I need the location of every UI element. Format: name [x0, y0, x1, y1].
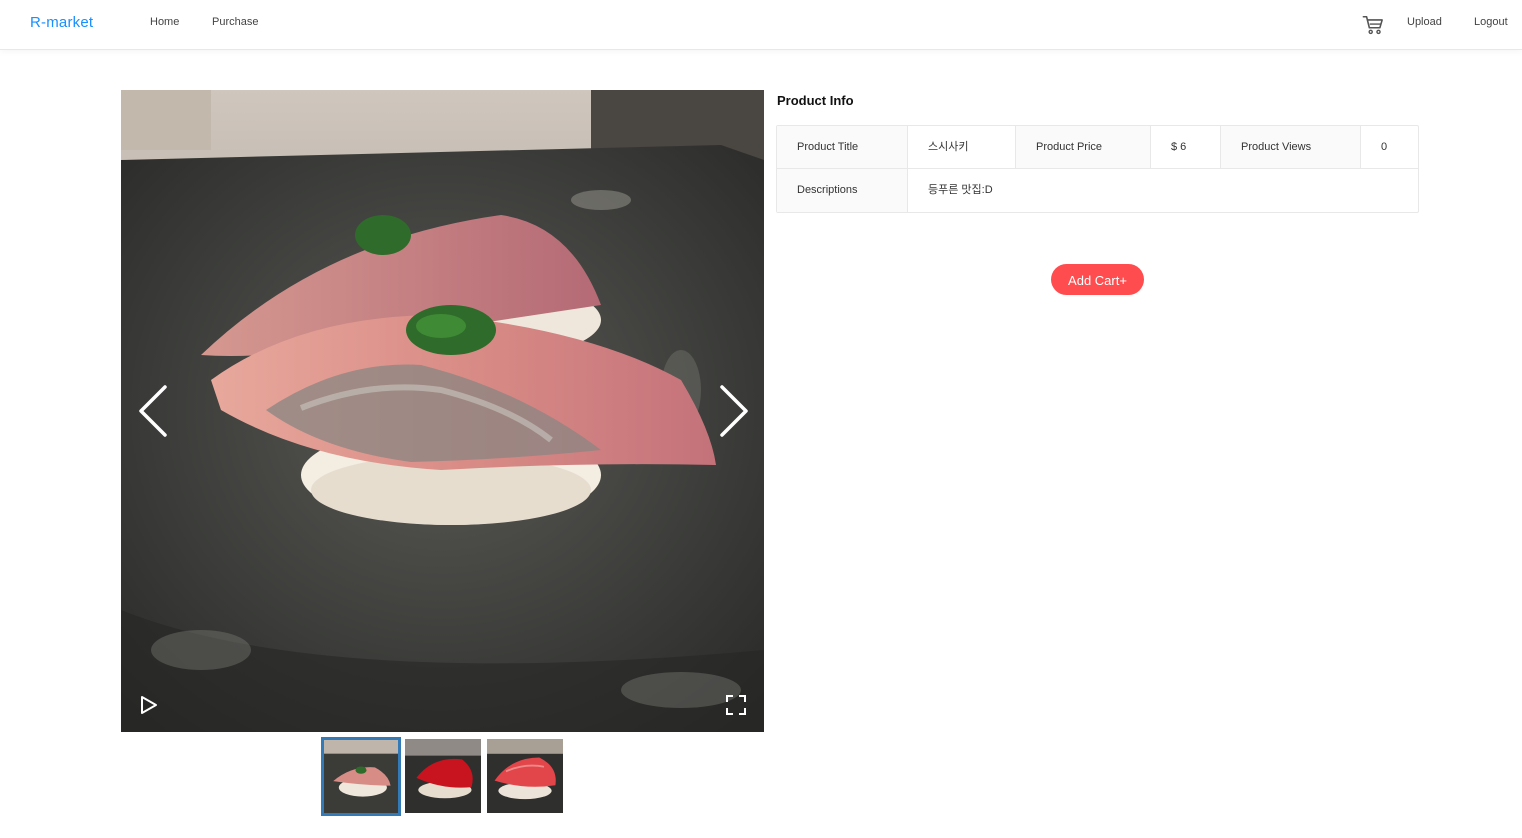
add-cart-button[interactable]: Add Cart+: [1051, 264, 1144, 295]
top-navbar: R-market Home Purchase Upload Logout: [0, 0, 1522, 50]
main-product-image[interactable]: [121, 90, 764, 732]
play-icon[interactable]: [137, 694, 159, 716]
descriptions-value: 등푸른 맛집:D: [928, 184, 993, 196]
nav-home-link[interactable]: Home: [150, 16, 179, 28]
product-views-value: 0: [1361, 126, 1418, 169]
nav-upload-link[interactable]: Upload: [1407, 16, 1442, 28]
chevron-left-icon[interactable]: [133, 381, 177, 441]
shopping-cart-icon[interactable]: [1362, 14, 1384, 36]
nav-logout-link[interactable]: Logout: [1474, 16, 1508, 28]
nav-purchase-link[interactable]: Purchase: [212, 16, 258, 28]
product-title-label: Product Title: [777, 126, 908, 169]
product-price-label: Product Price: [1016, 126, 1151, 169]
thumbnail-1[interactable]: [321, 737, 401, 816]
sushi-photo: [121, 90, 764, 732]
descriptions-label: Descriptions: [777, 169, 908, 212]
thumbnail-3[interactable]: [487, 739, 563, 813]
product-title-value: 스시사키: [908, 126, 1016, 169]
product-info-heading: Product Info: [777, 93, 854, 108]
thumbnail-strip: [321, 737, 571, 816]
product-views-label: Product Views: [1221, 126, 1361, 169]
site-logo[interactable]: R-market: [30, 14, 93, 31]
product-price-value: $ 6: [1151, 126, 1221, 169]
thumbnail-2[interactable]: [405, 739, 481, 813]
fullscreen-icon[interactable]: [725, 694, 747, 716]
product-info-table: Product Title 스시사키 Product Price $ 6 Pro…: [776, 125, 1419, 213]
chevron-right-icon[interactable]: [710, 381, 754, 441]
